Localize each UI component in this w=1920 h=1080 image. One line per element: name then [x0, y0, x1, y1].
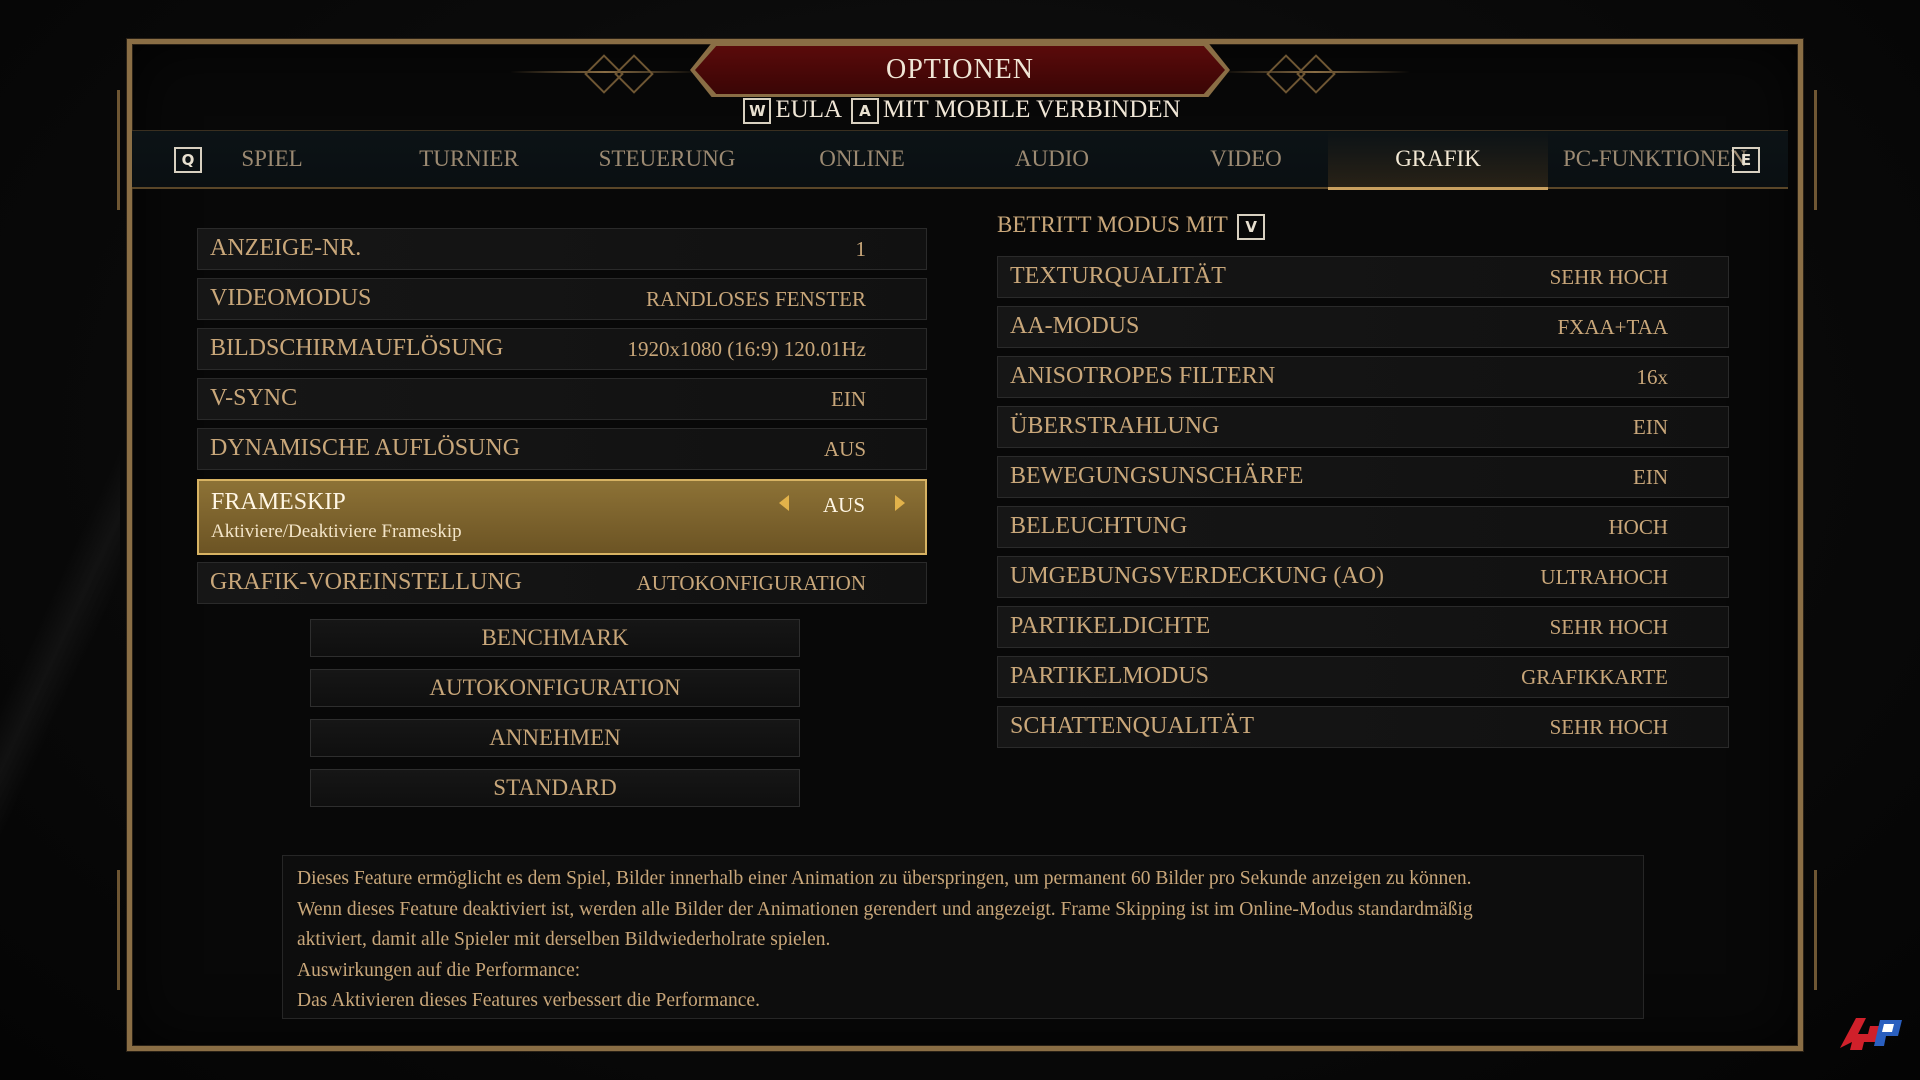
setting-umgebungsverdeckung[interactable]: UMGEBUNGSVERDECKUNG (AO) ULTRAHOCH [997, 556, 1729, 598]
setting-label: DYNAMISCHE AUFLÖSUNG [210, 435, 521, 461]
setting-bildschirmaufloesung[interactable]: BILDSCHIRMAUFLÖSUNG 1920x1080 (16:9) 120… [197, 328, 927, 370]
eula-label: EULA [775, 96, 841, 123]
arrow-left-icon[interactable] [779, 495, 789, 511]
title-box: OPTIONEN [695, 46, 1225, 94]
setting-beleuchtung[interactable]: BELEUCHTUNG HOCH [997, 506, 1729, 548]
setting-value: AUTOKONFIGURATION [636, 571, 866, 595]
setting-value: GRAFIKKARTE [1521, 665, 1668, 689]
setting-value: HOCH [1608, 515, 1668, 539]
setting-value: AUS [823, 437, 866, 461]
key-v-icon[interactable]: V [1237, 213, 1266, 240]
frame-ornament [117, 870, 138, 990]
setting-value: EIN [1633, 465, 1668, 489]
setting-value: SEHR HOCH [1549, 265, 1668, 289]
description-line: Dieses Feature ermöglicht es dem Spiel, … [297, 868, 1472, 889]
setting-frameskip[interactable]: FRAMESKIP Aktiviere/Deaktiviere Frameski… [197, 479, 927, 555]
diamond-ornament-icon [614, 54, 654, 94]
setting-value: SEHR HOCH [1549, 715, 1668, 739]
setting-value: AUS [822, 493, 865, 517]
setting-value: 16x [1636, 365, 1669, 389]
setting-label: BELEUCHTUNG [1010, 513, 1188, 539]
setting-value: RANDLOSES FENSTER [646, 287, 866, 311]
setting-label: SCHATTENQUALITÄT [1010, 713, 1254, 739]
4players-logo: 4P [1840, 1018, 1902, 1055]
setting-label: ANISOTROPES FILTERN [1010, 363, 1276, 389]
setting-label: V-SYNC [210, 385, 298, 411]
key-e-next-tab-icon[interactable]: E [1732, 147, 1760, 173]
setting-value: EIN [1633, 415, 1668, 439]
setting-description: Aktiviere/Deaktiviere Frameskip [211, 521, 462, 542]
setting-aa-modus[interactable]: AA-MODUS FXAA+TAA [997, 306, 1729, 348]
tab-steuerung[interactable]: STEUERUNG [557, 131, 777, 187]
setting-ueberstrahlung[interactable]: ÜBERSTRAHLUNG EIN [997, 406, 1729, 448]
description-line: Das Aktivieren dieses Features verbesser… [297, 990, 760, 1011]
tab-online[interactable]: ONLINE [772, 131, 952, 187]
benchmark-button[interactable]: BENCHMARK [310, 619, 800, 657]
enter-mode-hint: BETRITT MODUS MIT V [997, 212, 1269, 240]
setting-label: UMGEBUNGSVERDECKUNG (AO) [1010, 563, 1384, 589]
setting-dynamische-aufloesung[interactable]: DYNAMISCHE AUFLÖSUNG AUS [197, 428, 927, 470]
standard-button[interactable]: STANDARD [310, 769, 800, 807]
mobile-connect-link[interactable]: A MIT MOBILE VERBINDEN [847, 96, 1181, 125]
feature-description: Dieses Feature ermöglicht es dem Spiel, … [282, 855, 1644, 1019]
setting-texturqualitaet[interactable]: TEXTURQUALITÄT SEHR HOCH [997, 256, 1729, 298]
setting-grafik-voreinstellung[interactable]: GRAFIK-VOREINSTELLUNG AUTOKONFIGURATION [197, 562, 927, 604]
setting-label: PARTIKELMODUS [1010, 663, 1210, 689]
setting-videomodus[interactable]: VIDEOMODUS RANDLOSES FENSTER [197, 278, 927, 320]
setting-value: FXAA+TAA [1557, 315, 1669, 339]
setting-label: BILDSCHIRMAUFLÖSUNG [210, 335, 504, 361]
tab-bar: Q SPIEL TURNIER STEUERUNG ONLINE AUDIO V… [132, 130, 1788, 190]
setting-label: FRAMESKIP [211, 489, 346, 515]
setting-label: AA-MODUS [1010, 313, 1140, 339]
key-a-icon: A [850, 98, 879, 125]
frame-ornament [1796, 870, 1817, 990]
setting-anzeige-nr[interactable]: ANZEIGE-NR. 1 [197, 228, 927, 270]
setting-label: GRAFIK-VOREINSTELLUNG [210, 569, 522, 595]
tab-audio[interactable]: AUDIO [962, 131, 1142, 187]
description-line: Wenn dieses Feature deaktiviert ist, wer… [297, 898, 1473, 920]
setting-partikelmodus[interactable]: PARTIKELMODUS GRAFIKKARTE [997, 656, 1729, 698]
annehmen-button[interactable]: ANNEHMEN [310, 719, 800, 757]
key-w-icon: W [743, 98, 772, 125]
setting-label: ÜBERSTRAHLUNG [1010, 413, 1220, 439]
tab-spiel[interactable]: SPIEL [202, 131, 342, 187]
diamond-ornament-icon [1266, 54, 1306, 94]
setting-value: 1920x1080 (16:9) 120.01Hz [627, 337, 866, 361]
tab-video[interactable]: VIDEO [1156, 131, 1336, 187]
setting-value: ULTRAHOCH [1540, 565, 1668, 589]
mobile-connect-label: MIT MOBILE VERBINDEN [882, 96, 1181, 123]
title-banner: OPTIONEN [510, 43, 1410, 98]
setting-value: 1 [855, 237, 867, 261]
description-line: Auswirkungen auf die Performance: [297, 959, 581, 981]
key-q-prev-tab-icon[interactable]: Q [174, 147, 202, 173]
setting-label: ANZEIGE-NR. [210, 235, 362, 261]
setting-label: TEXTURQUALITÄT [1010, 263, 1226, 289]
setting-label: PARTIKELDICHTE [1010, 613, 1211, 639]
setting-label: BEWEGUNGSUNSCHÄRFE [1010, 463, 1304, 489]
page-title: OPTIONEN [886, 54, 1034, 85]
setting-value: EIN [831, 387, 866, 411]
description-line: aktiviert, damit alle Spieler mit dersel… [297, 929, 831, 950]
setting-value: SEHR HOCH [1549, 615, 1668, 639]
setting-v-sync[interactable]: V-SYNC EIN [197, 378, 927, 420]
subheader: W EULA A MIT MOBILE VERBINDEN [0, 96, 1920, 125]
tab-grafik[interactable]: GRAFIK [1328, 131, 1548, 190]
setting-anisotropes-filtern[interactable]: ANISOTROPES FILTERN 16x [997, 356, 1729, 398]
setting-partikeldichte[interactable]: PARTIKELDICHTE SEHR HOCH [997, 606, 1729, 648]
setting-schattenqualitaet[interactable]: SCHATTENQUALITÄT SEHR HOCH [997, 706, 1729, 748]
setting-label: VIDEOMODUS [210, 285, 372, 311]
eula-link[interactable]: W EULA [739, 96, 847, 125]
watermark-text: 4P [1871, 1053, 1873, 1055]
background-shard [0, 380, 120, 940]
autokonfiguration-button[interactable]: AUTOKONFIGURATION [310, 669, 800, 707]
enter-mode-label: BETRITT MODUS MIT [997, 212, 1228, 237]
setting-bewegungsunschaerfe[interactable]: BEWEGUNGSUNSCHÄRFE EIN [997, 456, 1729, 498]
arrow-right-icon[interactable] [895, 495, 905, 511]
tab-turnier[interactable]: TURNIER [374, 131, 564, 187]
